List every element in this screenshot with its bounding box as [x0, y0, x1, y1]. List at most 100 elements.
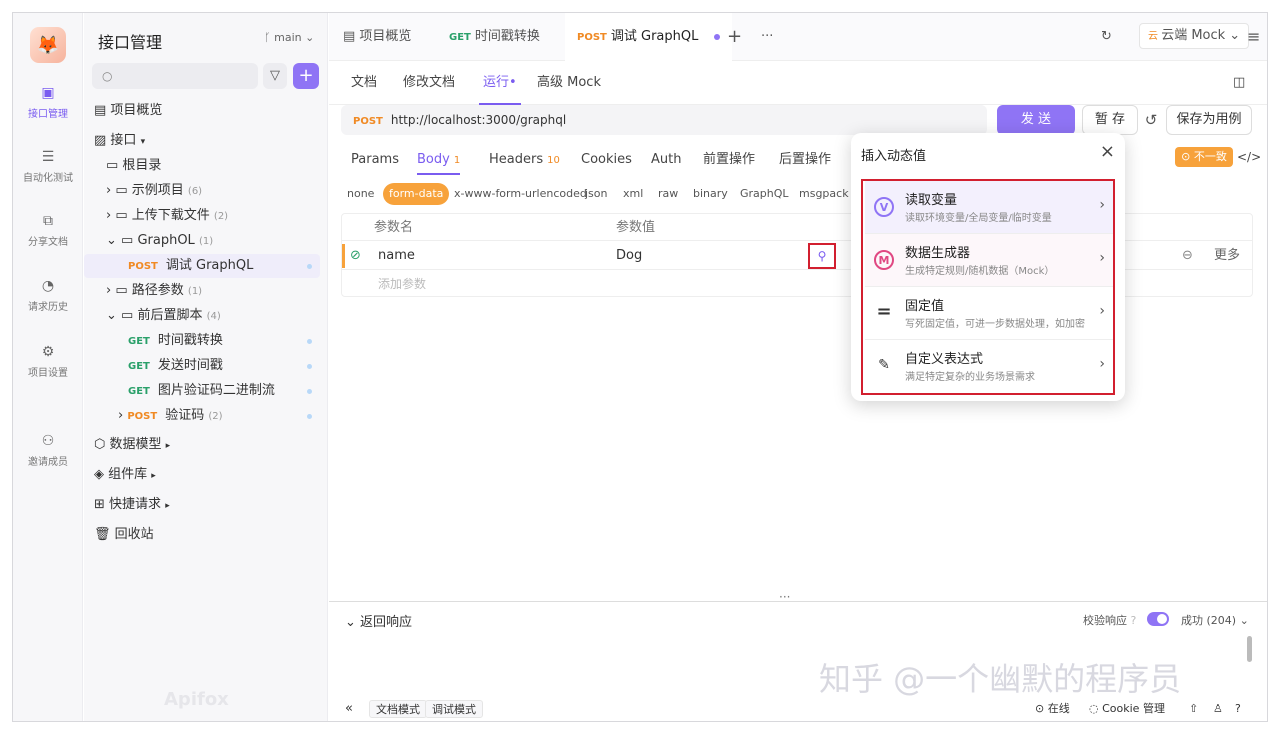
env-selector[interactable]: 云 云端 Mock ⌄	[1139, 23, 1249, 49]
filter-button[interactable]: ▽	[263, 63, 287, 89]
branch-selector[interactable]: ᚴ main ⌄	[264, 31, 314, 44]
code-icon[interactable]: </>	[1237, 147, 1261, 167]
subtab-run[interactable]: 运行•	[479, 61, 521, 105]
option-fixed-value[interactable]: = 固定值 写死固定值，可进一步数据处理，如加密 ›	[865, 287, 1113, 340]
save-example-button[interactable]: 保存为用例	[1166, 105, 1252, 135]
reset-icon[interactable]: ↺	[1140, 105, 1162, 135]
tree-item-overview[interactable]: ▤ 项目概览	[84, 99, 320, 123]
check-icon[interactable]: ⊘	[350, 242, 361, 270]
body-type-none[interactable]: none	[347, 183, 374, 205]
tree-item-endpoint[interactable]: GET发送时间戳	[84, 354, 320, 378]
more-link[interactable]: 更多	[1214, 242, 1240, 270]
tab-params[interactable]: Params	[351, 145, 399, 175]
subtab-edit-doc[interactable]: 修改文档	[403, 61, 455, 105]
tree-item-quick-request[interactable]: ⊞ 快捷请求 ▸	[84, 493, 320, 517]
tab-headers[interactable]: Headers10	[489, 145, 560, 175]
tree-item-endpoint[interactable]: › POST验证码 (2)	[84, 404, 320, 428]
debug-mode-button[interactable]: 调试模式	[425, 700, 483, 718]
rail-item-invite[interactable]: ⚇ 邀请成员	[13, 433, 83, 468]
remove-icon[interactable]: ⊖	[1182, 242, 1193, 270]
help-icon[interactable]: ?	[1235, 700, 1241, 718]
online-label: 在线	[1048, 702, 1070, 715]
rail-item-share[interactable]: ⧉ 分享文档	[13, 213, 83, 248]
close-icon[interactable]: ×	[1100, 141, 1115, 162]
shirt-icon[interactable]: ♙	[1213, 700, 1223, 718]
rail-item-settings[interactable]: ⚙ 项目设置	[13, 344, 83, 379]
body-type-urlencoded[interactable]: x-www-form-urlencoded	[454, 183, 587, 205]
resize-handle[interactable]: ···	[779, 590, 790, 604]
subtab-doc[interactable]: 文档	[351, 61, 377, 105]
tree-label: 验证码	[165, 408, 204, 423]
tree-item-api[interactable]: ▨ 接口 ▾	[84, 129, 320, 153]
more-tabs-button[interactable]: ···	[761, 13, 773, 61]
option-read-variable[interactable]: V 读取变量 读取环境变量/全局变量/临时变量 ›	[865, 181, 1113, 234]
tree-item-components[interactable]: ◈ 组件库 ▸	[84, 463, 320, 487]
add-param-input[interactable]: 添加参数	[378, 270, 426, 298]
save-button[interactable]: 暂 存	[1082, 105, 1138, 135]
status-dot	[307, 339, 312, 344]
dynamic-value-button[interactable]: ⚲	[808, 243, 836, 269]
tree-label: 路径参数	[132, 283, 184, 298]
tree-item-endpoint[interactable]: POST调试 GraphQL	[84, 254, 320, 278]
tree-item-root[interactable]: ▭ 根目录	[84, 154, 320, 178]
mismatch-badge[interactable]: ⊙ 不一致	[1175, 147, 1233, 167]
settings-icon: ⚙	[40, 344, 56, 360]
tab-get[interactable]: GET时间戳转换	[449, 13, 540, 61]
validate-toggle[interactable]	[1147, 612, 1169, 626]
split-view-icon[interactable]: ◫	[1233, 61, 1245, 105]
tree-item-trash[interactable]: 🗑 回收站	[84, 523, 320, 547]
response-status-select[interactable]: 成功 (204) ⌄	[1181, 612, 1249, 628]
sync-button[interactable]: ↻	[1101, 13, 1112, 61]
tab-cookies[interactable]: Cookies	[581, 145, 632, 175]
rail-item-history[interactable]: ◔ 请求历史	[13, 278, 83, 313]
add-button[interactable]: +	[293, 63, 319, 89]
tree-item-folder[interactable]: › ▭ 路径参数 (1)	[84, 279, 320, 303]
tab-auth[interactable]: Auth	[651, 145, 681, 175]
url-input[interactable]: POSThttp://localhost:3000/graphql	[341, 105, 987, 135]
tree-item-folder[interactable]: › ▭ 上传下载文件 (2)	[84, 204, 320, 228]
tab-post-active[interactable]: POST调试 GraphQL	[565, 13, 732, 61]
body-type-raw[interactable]: raw	[658, 183, 678, 205]
rail-label: 邀请成员	[28, 457, 68, 468]
doc-mode-button[interactable]: 文档模式	[369, 700, 427, 718]
tree-item-endpoint[interactable]: GET时间戳转换	[84, 329, 320, 353]
tree-item-endpoint[interactable]: GET图片验证码二进制流	[84, 379, 320, 403]
body-type-binary[interactable]: binary	[693, 183, 728, 205]
method-badge: POST	[127, 411, 157, 422]
body-type-form-data[interactable]: form-data	[383, 183, 449, 205]
tree-label: 调试 GraphQL	[166, 258, 253, 273]
send-button[interactable]: 发 送	[997, 105, 1075, 135]
option-custom-expression[interactable]: ✎ 自定义表达式 满足特定复杂的业务场景需求 ›	[865, 340, 1113, 393]
rail-item-api[interactable]: ▣ 接口管理	[13, 85, 83, 120]
tree-item-folder[interactable]: ⌄ ▭ GraphOL (1)	[84, 229, 320, 253]
body-type-graphql[interactable]: GraphQL	[740, 183, 789, 205]
scrollbar[interactable]	[1247, 636, 1252, 662]
body-type-xml[interactable]: xml	[623, 183, 643, 205]
rail-label: 分享文档	[28, 237, 68, 248]
tab-pre-ops[interactable]: 前置操作	[703, 145, 755, 175]
rail-item-autotest[interactable]: ☰ 自动化测试	[13, 149, 83, 184]
body-type-json[interactable]: json	[585, 183, 608, 205]
method-badge: GET	[449, 32, 471, 43]
online-status[interactable]: ⊙ 在线	[1035, 700, 1070, 718]
collapse-icon[interactable]: «	[345, 700, 353, 718]
new-tab-button[interactable]: +	[727, 13, 742, 61]
option-data-generator[interactable]: M 数据生成器 生成特定规则/随机数据（Mock） ›	[865, 234, 1113, 287]
cookie-manager[interactable]: ◌ Cookie 管理	[1089, 700, 1165, 718]
search-input[interactable]: ○	[92, 63, 258, 89]
tree-item-folder[interactable]: › ▭ 示例项目 (6)	[84, 179, 320, 203]
subtab-mock[interactable]: 高级 Mock	[537, 61, 601, 105]
tab-overview[interactable]: ▤ 项目概览	[343, 13, 411, 61]
body-type-msgpack[interactable]: msgpack	[799, 183, 849, 205]
param-name[interactable]: name	[378, 242, 415, 270]
response-header[interactable]: ⌄ 返回响应	[345, 611, 412, 630]
tab-post-ops[interactable]: 后置操作	[779, 145, 831, 175]
tab-body[interactable]: Body1	[417, 145, 460, 175]
menu-icon[interactable]: ≡	[1247, 13, 1260, 61]
chevron-down-icon: ⌄	[106, 308, 121, 323]
tree-item-folder[interactable]: ⌄ ▭ 前后置脚本 (4)	[84, 304, 320, 328]
upload-icon[interactable]: ⇧	[1189, 700, 1198, 718]
method-select[interactable]: POST	[353, 116, 383, 127]
tree-item-models[interactable]: ⬡ 数据模型 ▸	[84, 433, 320, 457]
param-value[interactable]: Dog	[616, 242, 642, 270]
